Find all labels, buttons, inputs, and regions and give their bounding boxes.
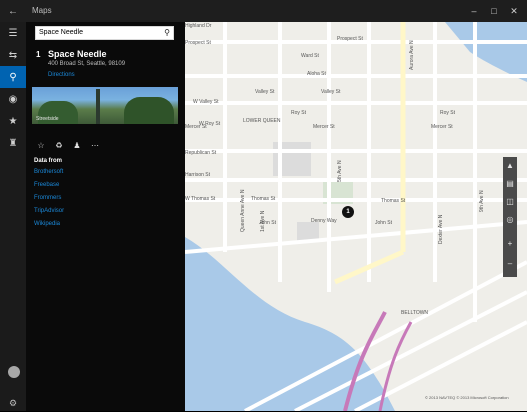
result-address: 400 Broad St, Seattle, 98109	[48, 61, 126, 67]
street-label: 5th Ave N	[337, 160, 343, 182]
layers-icon[interactable]: ◫	[503, 193, 517, 209]
result-index: 1	[36, 50, 41, 59]
minimize-icon[interactable]: –	[465, 2, 483, 20]
streetside-photo[interactable]: Streetside	[32, 87, 178, 124]
map-canvas[interactable]: Highland Dr Prospect St Prospect St Ward…	[185, 22, 527, 411]
source-link[interactable]: TripAdvisor	[34, 208, 64, 214]
search-input[interactable]: Space Needle ⚲	[35, 26, 174, 40]
search-icon[interactable]: ⚲	[0, 66, 26, 88]
street-label: Mercer St	[185, 124, 207, 130]
left-rail: ☰ ⇆ ⚲ ◉ ★ ♜ ⚙	[0, 22, 26, 411]
location-icon[interactable]: ◉	[0, 88, 26, 110]
maps-window: ← Maps – □ ✕ ☰ ⇆ ⚲ ◉ ★ ♜ ⚙ Space Needle …	[0, 0, 527, 411]
gear-icon[interactable]: ⚙	[0, 394, 26, 412]
street-label: John St	[375, 220, 392, 226]
street-label: Aurora Ave N	[409, 40, 415, 70]
street-label: Queen Anne Ave N	[240, 189, 246, 232]
street-label: Republican St	[185, 150, 217, 156]
zoom-out-icon[interactable]: –	[503, 255, 517, 271]
locate-me-icon[interactable]: ◎	[503, 211, 517, 227]
neighborhood-label: BELLTOWN	[401, 310, 429, 316]
map-controls: ▲ ▤ ◫ ◎ + –	[503, 157, 517, 277]
hamburger-icon[interactable]: ☰	[0, 22, 26, 44]
avatar[interactable]	[8, 366, 20, 378]
street-label: Valley St	[321, 89, 341, 95]
favorites-icon[interactable]: ★	[0, 110, 26, 132]
street-label: Thomas St	[251, 196, 276, 202]
street-label: Prospect St	[185, 40, 211, 46]
street-label: Prospect St	[337, 36, 363, 42]
action-bar: ☆ ♻ ♟ ⋯	[34, 138, 124, 152]
street-label: Valley St	[255, 89, 275, 95]
street-label: Dexter Ave N	[438, 214, 444, 244]
search-input-value: Space Needle	[39, 29, 83, 36]
map-roads	[185, 22, 527, 411]
street-label: Aloha St	[307, 71, 326, 77]
back-arrow-icon[interactable]: ←	[6, 4, 20, 18]
street-label: Thomas St	[381, 198, 406, 204]
title-bar: ← Maps – □ ✕	[0, 0, 527, 22]
more-icon[interactable]: ⋯	[88, 138, 102, 152]
street-label: Mercer St	[431, 124, 453, 130]
tilt-icon[interactable]: ▤	[503, 175, 517, 191]
street-label: Roy St	[291, 110, 307, 116]
source-link[interactable]: Brothersoft	[34, 169, 63, 175]
zoom-in-icon[interactable]: +	[503, 235, 517, 251]
street-label: Ward St	[301, 53, 319, 59]
nearby-icon[interactable]: ♻	[52, 138, 66, 152]
favorite-star-icon[interactable]: ☆	[34, 138, 48, 152]
search-icon[interactable]: ⚲	[164, 28, 170, 37]
street-label: W Valley St	[193, 99, 219, 105]
result-name[interactable]: Space Needle	[48, 49, 107, 59]
street-label: Denny Way	[311, 218, 337, 224]
street-label: 9th Ave N	[479, 190, 485, 212]
photo-caption: Streetside	[36, 116, 59, 122]
map-attribution: © 2013 NAVTEQ © 2013 Microsoft Corporati…	[425, 395, 509, 400]
street-label: Harrison St	[185, 172, 211, 178]
source-link[interactable]: Wikipedia	[34, 221, 60, 227]
maximize-icon[interactable]: □	[485, 2, 503, 20]
street-label: 1st Ave N	[260, 210, 266, 232]
collections-icon[interactable]: ♜	[0, 132, 26, 154]
share-icon[interactable]: ♟	[70, 138, 84, 152]
search-panel: Space Needle ⚲ 1 Space Needle 400 Broad …	[26, 22, 185, 411]
data-from-heading: Data from	[34, 158, 63, 164]
compass-icon[interactable]: ▲	[503, 157, 517, 173]
window-title: Maps	[32, 6, 52, 15]
street-label: Highland Dr	[185, 23, 212, 29]
source-link[interactable]: Freebase	[34, 182, 59, 188]
neighborhood-label: LOWER QUEEN	[243, 118, 281, 124]
photo-tree	[124, 97, 174, 124]
street-label: W Thomas St	[185, 196, 216, 202]
street-label: Mercer St	[313, 124, 335, 130]
source-link[interactable]: Frommers	[34, 195, 61, 201]
photo-pole	[96, 89, 100, 124]
location-pin[interactable]: 1	[342, 206, 354, 218]
directions-link[interactable]: Directions	[48, 72, 75, 78]
directions-icon[interactable]: ⇆	[0, 44, 26, 66]
street-label: Roy St	[440, 110, 456, 116]
close-icon[interactable]: ✕	[505, 2, 523, 20]
